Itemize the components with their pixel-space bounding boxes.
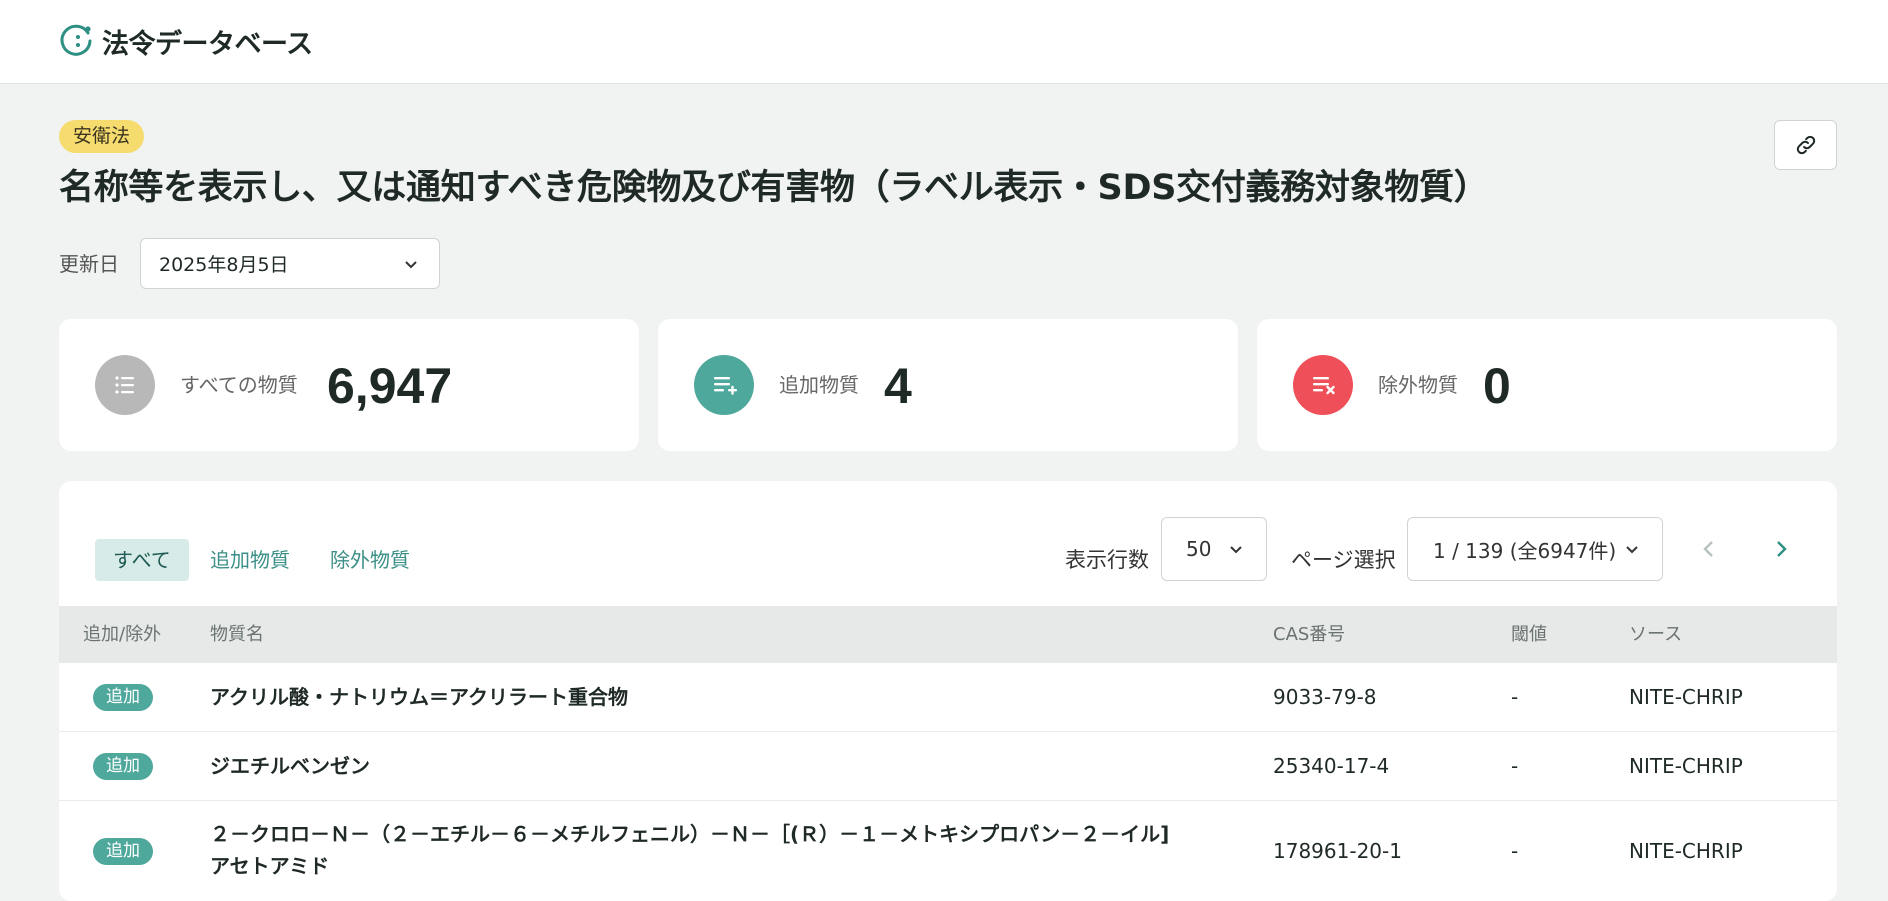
stat-value-added: 4 (884, 358, 912, 414)
rows-per-page-label: 表示行数 (1065, 548, 1149, 572)
tab-all[interactable]: すべて (95, 539, 189, 581)
column-header-source: ソース (1629, 624, 1683, 645)
stat-label-all: すべての物質 (180, 373, 298, 397)
law-category-tag: 安衛法 (59, 120, 145, 153)
app-logo[interactable]: 法令データベース (58, 22, 313, 60)
tab-added[interactable]: 追加物質 (192, 539, 308, 581)
table-row[interactable]: 追加 ジエチルベンゼン 25340-17-4 - NITE-CHRIP (59, 732, 1837, 801)
source-value: NITE-CHRIP (1629, 754, 1743, 778)
copy-link-button[interactable] (1774, 120, 1837, 170)
added-badge: 追加 (93, 684, 153, 711)
column-header-name[interactable]: 物質名 (210, 606, 264, 663)
stat-card-removed: 除外物質 0 (1257, 319, 1837, 451)
rows-per-page-value: 50 (1186, 537, 1212, 561)
added-badge: 追加 (93, 753, 153, 780)
substance-name[interactable]: ２－クロロ－Ｎ－（２－エチル－６－メチルフェニル）－Ｎ－［(Ｒ）－１－メトキシプ… (210, 818, 1169, 882)
chevron-down-icon (405, 261, 417, 269)
previous-page-button[interactable] (1691, 531, 1727, 567)
list-remove-icon (1293, 355, 1353, 415)
chevron-right-icon (1777, 541, 1787, 557)
page-select-label: ページ選択 (1291, 548, 1396, 572)
cas-number: 178961-20-1 (1273, 839, 1402, 863)
link-icon (1796, 135, 1815, 155)
tab-removed[interactable]: 除外物質 (312, 539, 428, 581)
threshold-value: - (1511, 685, 1519, 709)
cas-number: 9033-79-8 (1273, 685, 1377, 709)
substance-name[interactable]: アクリル酸・ナトリウム＝アクリラート重合物 (210, 681, 628, 713)
column-header-cas[interactable]: CAS番号 (1273, 606, 1345, 663)
source-value: NITE-CHRIP (1629, 839, 1743, 863)
stat-label-removed: 除外物質 (1378, 373, 1458, 397)
threshold-value: - (1511, 839, 1519, 863)
stat-label-added: 追加物質 (779, 373, 859, 397)
cas-number: 25340-17-4 (1273, 754, 1390, 778)
update-date-select[interactable]: 2025年8月5日 (140, 238, 440, 289)
substance-name[interactable]: ジエチルベンゼン (210, 750, 370, 782)
page-select-value: 1 / 139 (全6947件) (1433, 538, 1617, 563)
next-page-button[interactable] (1763, 531, 1799, 567)
column-header-change: 追加/除外 (83, 624, 162, 645)
table-row[interactable]: 追加 ２－クロロ－Ｎ－（２－エチル－６－メチルフェニル）－Ｎ－［(Ｒ）－１－メト… (59, 801, 1837, 901)
substance-name-line: ２－クロロ－Ｎ－（２－エチル－６－メチルフェニル）－Ｎ－［(Ｒ）－１－メトキシプ… (210, 822, 1170, 846)
chevron-left-icon (1703, 541, 1713, 557)
chevron-down-icon (1626, 546, 1638, 554)
stat-value-all: 6,947 (327, 358, 453, 414)
chevron-down-icon (1230, 546, 1242, 554)
stat-value-removed: 0 (1483, 358, 1511, 414)
app-name: 法令データベース (102, 28, 313, 60)
column-header-threshold: 閾値 (1511, 624, 1547, 645)
list-add-icon (694, 355, 754, 415)
table-row[interactable]: 追加 アクリル酸・ナトリウム＝アクリラート重合物 9033-79-8 - NIT… (59, 663, 1837, 732)
update-date-value: 2025年8月5日 (159, 254, 289, 276)
stat-card-added: 追加物質 4 (658, 319, 1238, 451)
source-value: NITE-CHRIP (1629, 685, 1743, 709)
substance-name-line: アセトアミド (210, 854, 330, 878)
rows-per-page-select[interactable]: 50 (1161, 517, 1267, 581)
substance-table-panel: すべて 追加物質 除外物質 表示行数 50 ページ選択 1 / 139 (全69… (59, 481, 1837, 901)
page-title: 名称等を表示し、又は通知すべき危険物及び有害物（ラベル表示・SDS交付義務対象物… (59, 168, 1489, 208)
logo-icon (60, 24, 92, 56)
page-select[interactable]: 1 / 139 (全6947件) (1407, 517, 1663, 581)
list-icon (95, 355, 155, 415)
table-header: 追加/除外 物質名 CAS番号 閾値 ソース (59, 606, 1837, 663)
stat-card-all: すべての物質 6,947 (59, 319, 639, 451)
added-badge: 追加 (93, 838, 153, 865)
update-date-label: 更新日 (59, 252, 119, 276)
threshold-value: - (1511, 754, 1519, 778)
top-bar: 法令データベース (0, 0, 1888, 84)
